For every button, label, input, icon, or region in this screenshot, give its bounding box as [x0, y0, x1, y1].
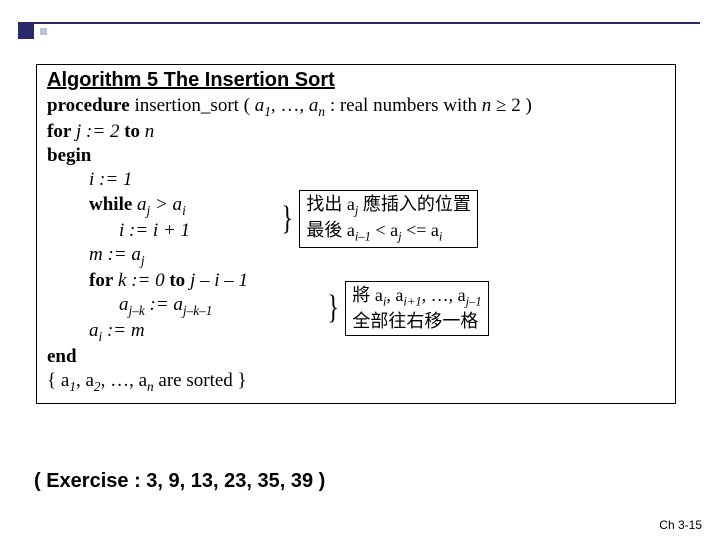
- kw-while: while: [89, 194, 132, 215]
- a2-l1s3: j–1: [466, 295, 482, 309]
- kw-for2: for: [89, 270, 113, 291]
- line-i1: i := 1: [47, 168, 132, 192]
- while-subi: i: [182, 203, 186, 218]
- kw-for: for: [47, 121, 71, 142]
- cmt-sn: n: [147, 379, 154, 394]
- cmt-s2: 2: [94, 379, 101, 394]
- kw-procedure: procedure: [47, 95, 130, 116]
- kw-end: end: [47, 346, 77, 367]
- algorithm-box: Algorithm 5 The Insertion Sort procedure…: [36, 64, 676, 404]
- exercise-line: ( Exercise : 3, 9, 13, 23, 35, 39 ): [34, 470, 325, 493]
- shift-a: a: [119, 294, 129, 315]
- var-n: n: [482, 95, 492, 116]
- cmt-a: { a: [47, 370, 69, 391]
- proc-text-b: , …,: [271, 95, 309, 116]
- annotation-2: } 將 ai, ai+1, …, aj–1 全部往右移一格: [325, 281, 489, 336]
- a1-l2c: <= a: [402, 220, 439, 240]
- shift-s1: j–k: [129, 303, 145, 318]
- proc-text-d: ≥ 2 ): [491, 95, 532, 116]
- cmt-s1: 1: [69, 379, 76, 394]
- sub-1: 1: [264, 104, 271, 119]
- accent-rule: [18, 22, 700, 24]
- algorithm-title: Algorithm 5 The Insertion Sort: [47, 69, 665, 92]
- shift-mid: := a: [145, 294, 183, 315]
- for2-a: k := 0: [113, 270, 169, 291]
- a2-l1s2: i+1: [403, 295, 421, 309]
- kw-to: to: [124, 121, 140, 142]
- a1-l1a: 找出 a: [306, 194, 355, 214]
- a1-l2s1: i–1: [355, 230, 371, 244]
- note-box-1: 找出 aj 應插入的位置 最後 ai–1 < aj <= ai: [299, 190, 478, 248]
- note-box-2: 將 ai, ai+1, …, aj–1 全部往右移一格: [345, 281, 488, 336]
- brace-icon: }: [281, 209, 292, 229]
- proc-text-a: insertion_sort (: [130, 95, 255, 116]
- var-a1: a: [255, 95, 265, 116]
- for-text-b: n: [140, 121, 154, 142]
- a1-l1b: 應插入的位置: [358, 194, 471, 214]
- a2-l2: 全部往右移一格: [352, 311, 478, 331]
- line-m: m := a: [89, 244, 141, 265]
- accent-decoration: [18, 12, 110, 50]
- a2-l1a: 將 a: [352, 285, 383, 305]
- a1-l2a: 最後 a: [306, 220, 355, 240]
- kw-begin: begin: [47, 145, 91, 166]
- a2-l1b: , a: [386, 285, 403, 305]
- while-a: a: [132, 194, 146, 215]
- ai: a: [89, 320, 99, 341]
- cmt-d: are sorted }: [154, 370, 247, 391]
- brace-icon-2: }: [327, 298, 338, 318]
- shift-s2: j–k–1: [183, 303, 213, 318]
- proc-text-c: : real numbers with: [325, 95, 482, 116]
- a1-l2b: < a: [371, 220, 398, 240]
- line-iinc: i := i + 1: [47, 219, 190, 243]
- accent-square: [18, 23, 34, 39]
- while-gt: > a: [150, 194, 182, 215]
- annotation-1: } 找出 aj 應插入的位置 最後 ai–1 < aj <= ai: [279, 190, 478, 248]
- line-m-sub: j: [141, 253, 145, 268]
- a1-l2s3: i: [439, 230, 443, 244]
- for-text-a: j := 2: [71, 121, 124, 142]
- accent-dot: [40, 28, 47, 35]
- cmt-b: , a: [76, 370, 94, 391]
- for2-b: j – i – 1: [185, 270, 248, 291]
- a2-l1c: , …, a: [422, 285, 466, 305]
- var-an: a: [309, 95, 319, 116]
- page-footer: Ch 3-15: [659, 518, 702, 532]
- ai-rest: := m: [102, 320, 144, 341]
- kw-to2: to: [169, 270, 185, 291]
- cmt-c: , …, a: [101, 370, 147, 391]
